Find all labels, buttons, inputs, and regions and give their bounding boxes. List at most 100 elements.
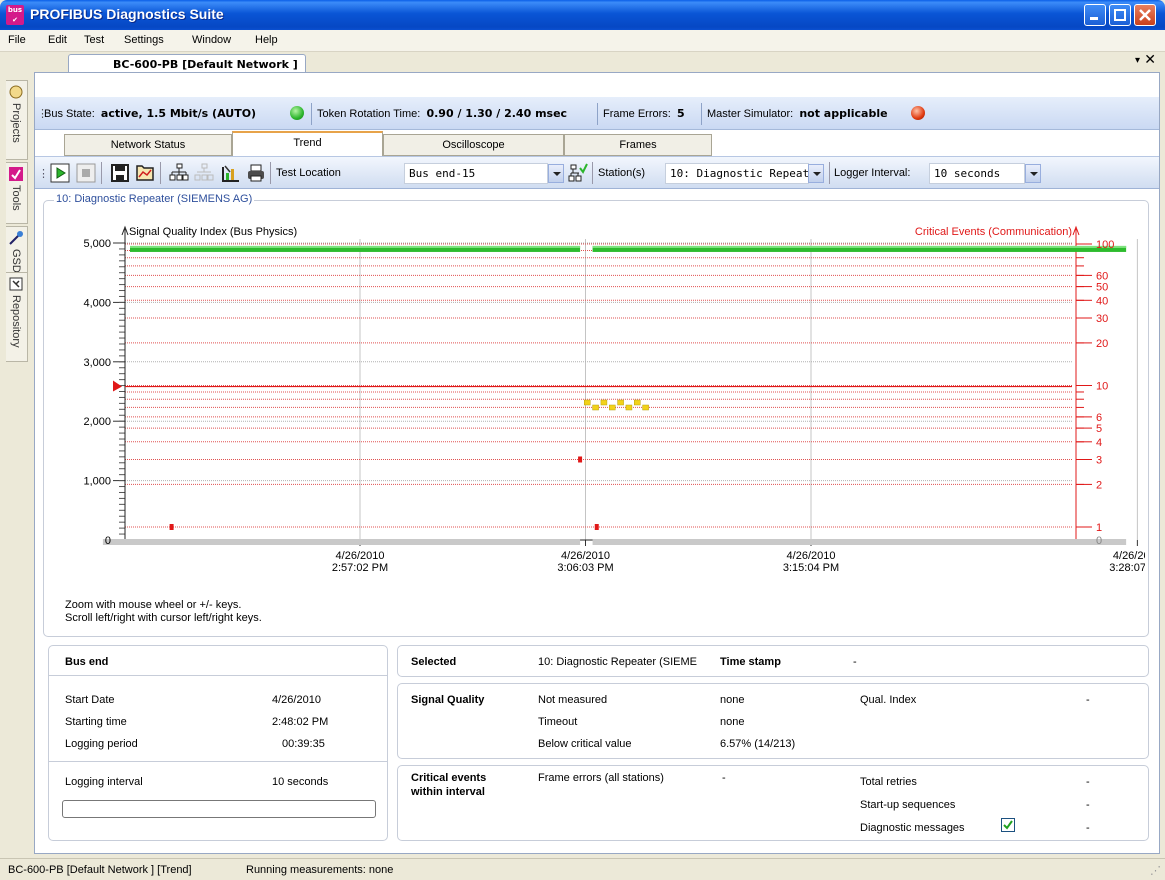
tools-icon <box>9 167 23 181</box>
repository-icon <box>9 277 23 291</box>
stations-dropdown-button[interactable] <box>808 164 824 183</box>
diagnostic-marker-point <box>600 399 608 406</box>
not-measured-label: Not measured <box>538 694 608 706</box>
below-critical-label: Below critical value <box>538 738 632 750</box>
menu-file[interactable]: File <box>8 34 26 46</box>
token-rotation-time: Token Rotation Time: 0.90 / 1.30 / 2.40 … <box>317 107 568 120</box>
menu-settings[interactable]: Settings <box>124 34 164 46</box>
total-retries-value: - <box>1086 776 1090 788</box>
diagnostic-messages-checkbox[interactable] <box>1001 818 1015 832</box>
dock-tab-repository[interactable]: Repository <box>6 272 28 362</box>
resize-grip-icon[interactable]: ⋰ <box>1150 864 1161 877</box>
left-dock: Projects Tools GSD Repository <box>0 52 30 858</box>
x-tick-date: 4/26/2010 <box>336 550 385 562</box>
close-icon <box>1139 9 1151 21</box>
diagnostic-marker-point <box>642 404 649 411</box>
timeout-value: none <box>720 716 745 728</box>
trend-chart[interactable]: 4/26/20102:57:02 PM4/26/20103:06:03 PM4/… <box>45 215 1145 585</box>
logging-interval-value: 10 seconds <box>272 776 329 788</box>
document-tab[interactable]: BC-600-PB [Default Network ] <box>68 54 306 74</box>
logging-interval-label: Logging interval <box>65 776 143 788</box>
test-location-select[interactable]: Bus end-15 <box>404 163 548 184</box>
logger-interval-dropdown-button[interactable] <box>1025 164 1041 183</box>
logging-progress-bar <box>62 800 376 818</box>
title-bar[interactable]: bus ✔ PROFIBUS Diagnostics Suite <box>0 0 1165 30</box>
play-icon[interactable] <box>50 163 70 183</box>
menu-edit[interactable]: Edit <box>48 34 67 46</box>
dock-tab-tools[interactable]: Tools <box>6 162 28 224</box>
x-tick-time: 3:28:07 PM <box>1109 562 1145 574</box>
app-logo-icon: bus ✔ <box>6 5 24 25</box>
dock-label-projects: Projects <box>10 103 22 143</box>
diagnostic-marker-point <box>583 399 591 406</box>
right-tick-label: 100 <box>1096 239 1114 251</box>
tab-network-status[interactable]: Network Status <box>64 134 232 156</box>
minimize-button[interactable] <box>1084 4 1106 26</box>
status-document: BC-600-PB [Default Network ] [Trend] <box>8 864 192 876</box>
stations-select[interactable]: 10: Diagnostic Repeat <box>665 163 809 184</box>
open-chart-icon[interactable] <box>135 163 155 183</box>
chart-group-title: 10: Diagnostic Repeater (SIEMENS AG) <box>54 193 255 205</box>
logger-interval-select[interactable]: 10 seconds <box>929 163 1025 184</box>
y-tick-label: 5,000 <box>83 238 111 250</box>
master-simulator-led-icon <box>911 106 925 120</box>
diagnostic-messages-label: Diagnostic messages <box>860 822 965 834</box>
start-date-label: Start Date <box>65 694 115 706</box>
right-tick-label: 0 <box>1096 535 1102 547</box>
tab-oscilloscope[interactable]: Oscilloscope <box>383 134 564 156</box>
document-close-icon[interactable]: ✕ <box>1144 52 1156 68</box>
menu-help[interactable]: Help <box>255 34 278 46</box>
below-critical-value: 6.57% (14/213) <box>720 738 796 750</box>
test-location-dropdown-button[interactable] <box>548 164 564 183</box>
startup-sequences-label: Start-up sequences <box>860 799 956 811</box>
tab-frames[interactable]: Frames <box>564 134 712 156</box>
signal-quality-title: Signal Quality <box>411 694 485 706</box>
print-icon[interactable] <box>246 163 266 183</box>
maximize-icon <box>1114 9 1126 21</box>
maximize-button[interactable] <box>1109 4 1131 26</box>
y-tick-label: 4,000 <box>83 297 111 309</box>
document-menu-arrow-icon[interactable]: ▾ <box>1135 55 1140 66</box>
frame-errors-all-value: - <box>722 772 726 784</box>
x-tick-time: 3:15:04 PM <box>783 562 839 574</box>
dock-tab-projects[interactable]: Projects <box>6 80 28 160</box>
coverage-bar <box>102 539 581 545</box>
critical-event-point <box>578 456 583 463</box>
right-tick-label: 2 <box>1096 479 1102 491</box>
diagnostic-marker-point <box>634 399 641 406</box>
diagnostic-marker-point <box>609 404 616 411</box>
right-tick-label: 60 <box>1096 270 1108 282</box>
bus-state-led-icon <box>290 106 304 120</box>
stop-icon[interactable] <box>76 163 96 183</box>
right-tick-label: 20 <box>1096 338 1108 350</box>
master-simulator: Master Simulator: not applicable <box>707 107 888 120</box>
qual-index-label: Qual. Index <box>860 694 917 706</box>
network-scan-icon[interactable] <box>194 163 214 183</box>
y-tick-label: 3,000 <box>83 357 111 369</box>
frame-errors-all-label: Frame errors (all stations) <box>538 772 664 784</box>
y-tick-label: 0 <box>105 535 111 547</box>
right-tick-label: 10 <box>1096 381 1108 393</box>
status-bar: BC-600-PB [Default Network ] [Trend] Run… <box>0 858 1165 880</box>
find-stations-icon[interactable] <box>169 163 189 183</box>
startup-sequences-value: - <box>1086 799 1090 811</box>
save-icon[interactable] <box>110 163 130 183</box>
menu-test[interactable]: Test <box>84 34 104 46</box>
critical-event-point <box>169 524 174 530</box>
projects-icon <box>9 85 23 99</box>
close-button[interactable] <box>1134 4 1156 26</box>
tab-trend[interactable]: Trend <box>232 131 383 157</box>
dock-label-tools: Tools <box>10 185 22 211</box>
critical-event-point <box>594 524 599 530</box>
x-tick-date: 4/26/2010 <box>787 550 836 562</box>
signal-icon[interactable] <box>221 163 241 183</box>
right-tick-label: 4 <box>1096 437 1102 449</box>
menu-window[interactable]: Window <box>192 34 231 46</box>
station-select-icon[interactable] <box>568 163 588 183</box>
not-measured-value: none <box>720 694 745 706</box>
right-tick-label: 1 <box>1096 522 1102 534</box>
trend-toolbar: ⋮ Test Location Bus end-15 Station(s) 10… <box>35 156 1159 189</box>
starting-time-value: 2:48:02 PM <box>272 716 329 728</box>
bus-status-bar: ⋮ Bus State: active, 1.5 Mbit/s (AUTO) T… <box>35 97 1159 130</box>
dock-label-gsd: GSD <box>10 249 22 273</box>
